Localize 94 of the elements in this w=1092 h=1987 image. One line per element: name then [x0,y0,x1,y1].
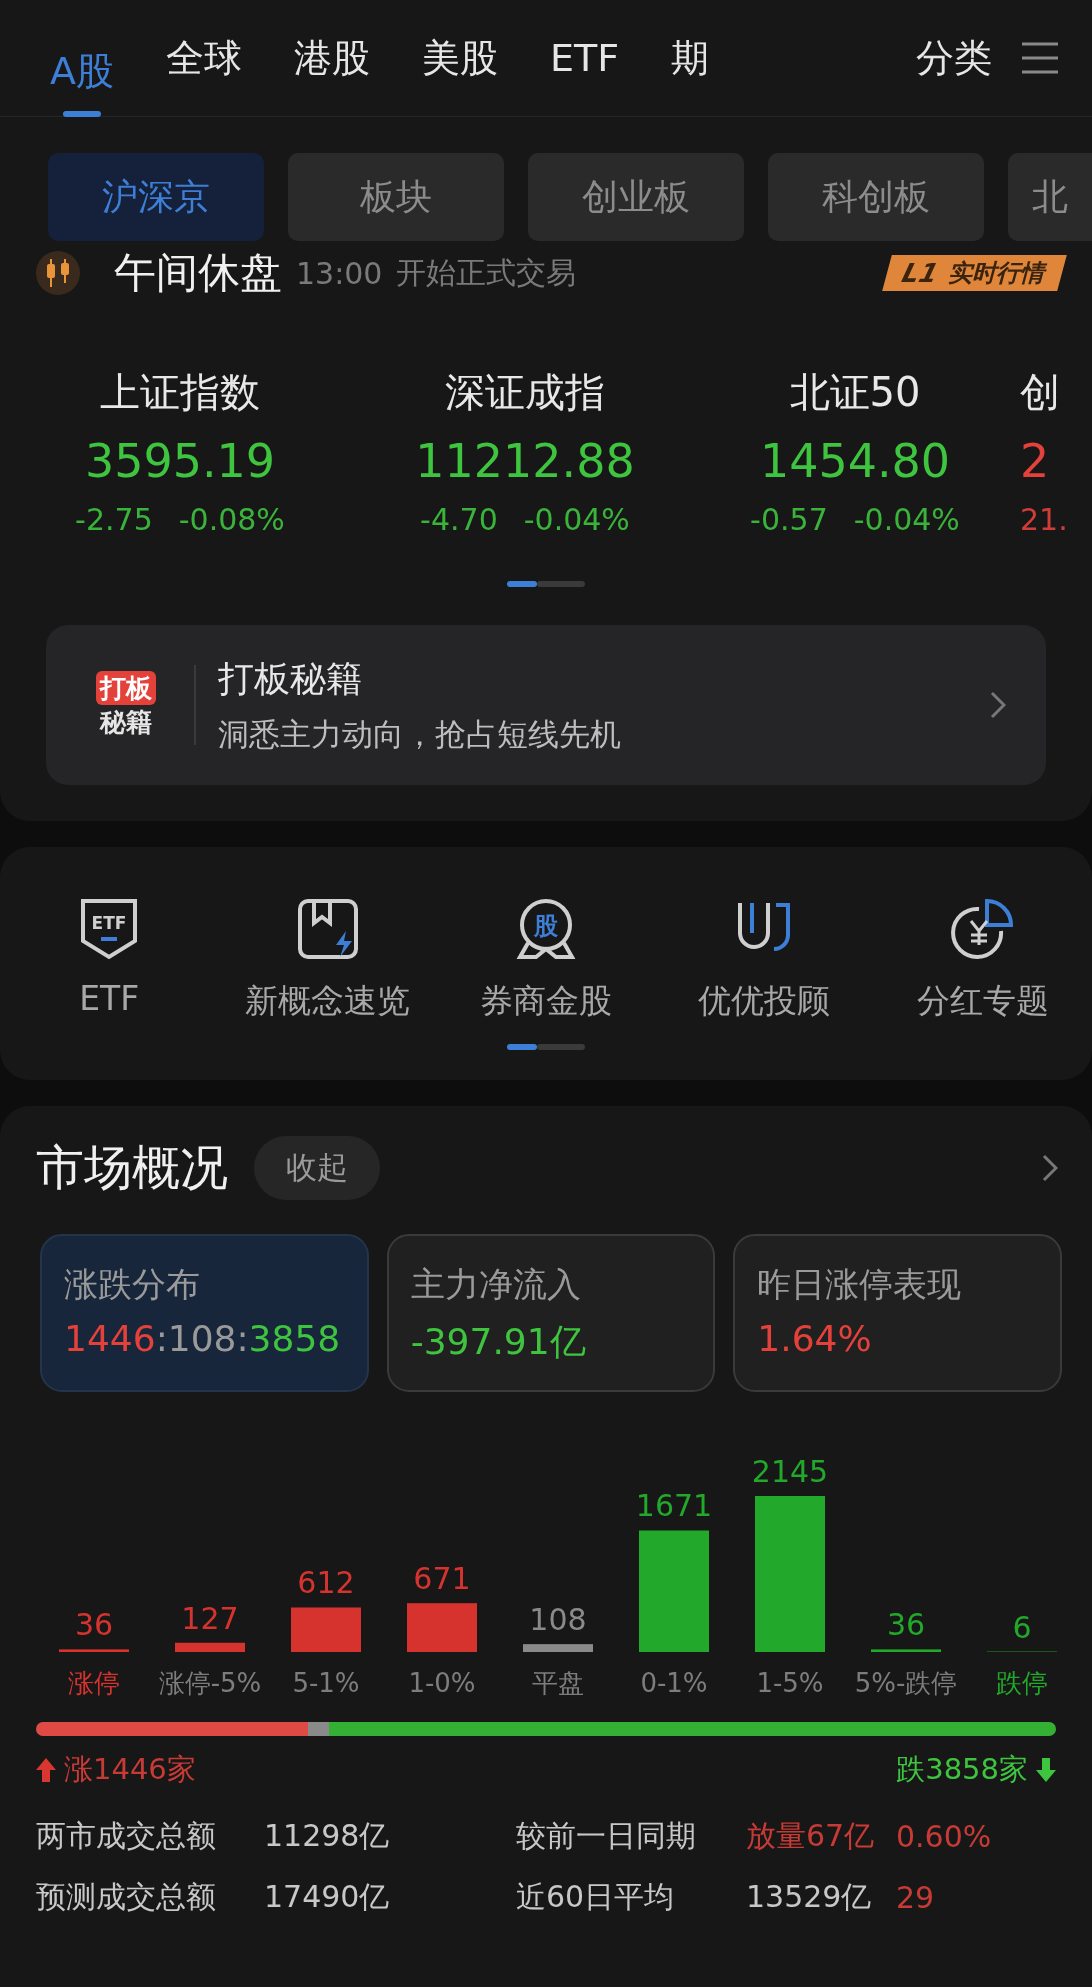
bar-value-label: 36 [74,1607,114,1643]
bar-value-label: 612 [297,1565,355,1601]
stat-text: 29 [896,1880,935,1915]
bar-value-label: 2145 [751,1454,829,1489]
card-title: 涨跌分布 [64,1263,201,1306]
market-tab[interactable]: 港股 [294,32,370,84]
bar-category-label: 涨停 [68,1668,120,1698]
bar-category-label: 5%-跌停 [854,1668,958,1698]
shortcut-label: ETF [79,979,140,1018]
index-value: 11212.88 [415,434,635,488]
shortcut-label: 优优投顾 [698,980,831,1022]
stat-text: 0.60% [896,1819,992,1854]
bar-category-label: 0-1% [640,1668,708,1698]
index-name: 北证50 [789,368,921,417]
market-tab[interactable]: 美股 [422,32,498,84]
bar-category-label: 1-5% [756,1668,824,1698]
bar-category-label: 1-0% [408,1668,476,1698]
board-tab[interactable]: 板块 [288,153,504,241]
stat-text: 预测成交总额 [36,1878,217,1916]
bar-category-label: 跌停 [996,1668,1048,1698]
shortcut-item[interactable]: 股 券商金股 [436,897,656,1024]
board-tab[interactable]: 创业板 [528,153,744,241]
index-value: 2 [1020,434,1050,488]
overview-card[interactable]: 昨日涨停表现 1.64% [733,1234,1062,1392]
overview-card[interactable]: 主力净流入 -397.91亿 [386,1234,716,1392]
overview-card[interactable]: 涨跌分布 1446:108:3858 [40,1234,369,1392]
realtime-badge[interactable]: L1 实时行情 [882,255,1067,291]
index-change: -2.75 [75,502,153,537]
arrow-down-icon [1036,1758,1056,1782]
bar-value-label: 1671 [635,1488,713,1524]
index-percent: -0.04% [523,502,630,537]
index-name: 上证指数 [100,368,260,417]
stat-text: 两市成交总额 [36,1817,217,1855]
stat-text: 17490亿 [264,1878,391,1916]
yen-pie-icon [950,897,1015,961]
shortcut-label: 新概念速览 [245,980,411,1022]
candlestick-icon [36,251,80,295]
stat-text: 近60日平均 [516,1878,676,1916]
book-lightning-icon [295,897,360,961]
shortcut-item[interactable]: 分红专题 [873,897,1092,1024]
card-value: :108: [155,1318,249,1359]
board-tab[interactable]: 北 [1008,153,1092,241]
shortcut-label: 分红专题 [916,980,1049,1022]
section-title: 市场概况 [36,1138,228,1197]
shortcut-label: 券商金股 [480,980,612,1022]
card-value: 1.64% [757,1318,872,1359]
bar-category-label: 平盘 [532,1668,584,1698]
bar-value-label: 6 [1012,1609,1032,1645]
shortcut-item[interactable]: ETF ETF [0,897,219,1024]
card-value: 3858 [248,1318,341,1359]
bar-value-label: 108 [529,1602,587,1638]
stat-text: 13529亿 [746,1878,873,1916]
index-change: -4.70 [420,502,498,537]
market-tab[interactable]: A股 [50,45,114,117]
promo-title: 打板秘籍 [218,656,363,701]
chevron-right-icon[interactable] [1042,1154,1058,1182]
bar-value-label: 671 [413,1561,471,1597]
index-percent: -0.04% [853,502,960,537]
index-change: -0.57 [750,502,828,537]
market-tab[interactable]: 全球 [166,32,242,84]
bar-category-label: 涨停-5% [158,1668,262,1698]
card-title: 主力净流入 [410,1263,582,1306]
market-tab[interactable]: ETF [550,36,620,80]
shortcut-item[interactable]: 优优投顾 [655,897,874,1024]
status-title: 午间休盘 [114,247,282,299]
arrow-up-icon [36,1758,56,1782]
collapse-button[interactable]: 收起 [254,1136,380,1200]
board-tab[interactable]: 沪深京 [48,153,264,241]
bar-category-label: 5-1% [292,1668,360,1698]
stat-text: 11298亿 [264,1817,391,1855]
promo-subtitle: 洞悉主力动向，抢占短线先机 [218,714,622,754]
status-note: 开始正式交易 [396,253,577,292]
index-percent: -0.08% [178,502,285,537]
menu-icon[interactable] [1020,41,1060,75]
index-name: 创 [1020,368,1060,417]
index-change: 21. [1020,502,1068,537]
bar-value-label: 36 [886,1607,926,1643]
stat-text: 放量67亿 [746,1817,876,1855]
card-title: 昨日涨停表现 [757,1263,963,1306]
market-tab[interactable]: 期 [671,32,710,84]
board-tab[interactable]: 科创板 [768,153,984,241]
card-value: 1446 [64,1318,156,1359]
chevron-right-icon [990,691,1006,719]
status-time: 13:00 [296,255,383,291]
bar-value-label: 127 [181,1600,239,1636]
promo-banner[interactable]: 打板 秘籍 打板秘籍 洞悉主力动向，抢占短线先机 [46,625,1046,785]
stat-text: 较前一日同期 [516,1817,697,1855]
index-value: 3595.19 [84,434,276,488]
fall-count: 跌3858家 [896,1751,1028,1788]
rise-count: 涨1446家 [64,1751,196,1788]
card-value: -397.91亿 [410,1320,586,1364]
shortcut-item[interactable]: 新概念速览 [218,897,437,1024]
index-value: 1454.80 [759,434,951,488]
index-name: 深证成指 [445,368,605,417]
